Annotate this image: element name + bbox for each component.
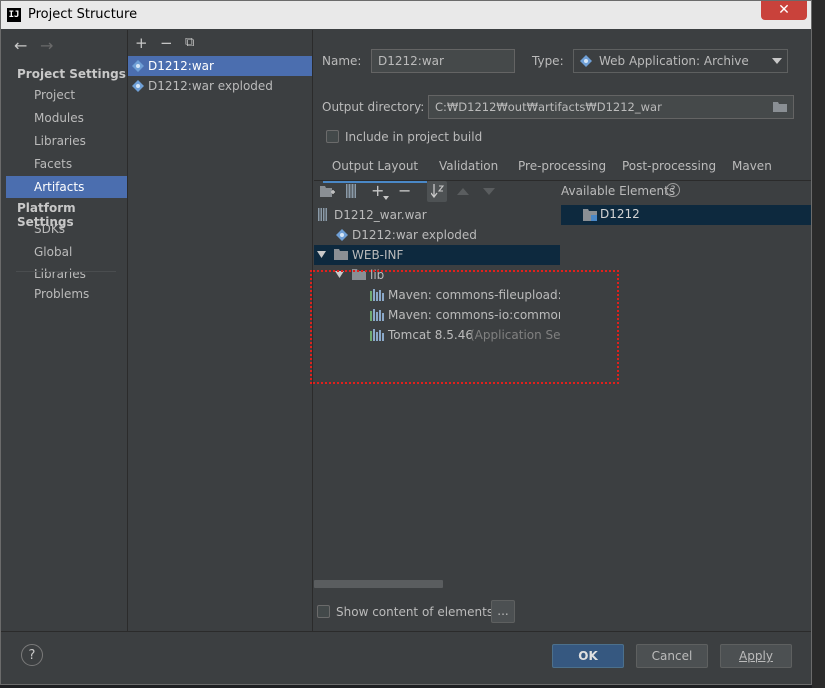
available-elements-label: Available Elements <box>561 184 676 198</box>
tree-item-exploded[interactable]: D1212:war exploded <box>314 225 560 245</box>
sidebar-item-global-libraries[interactable]: Global Libraries <box>6 241 127 281</box>
move-up-icon[interactable] <box>457 188 469 195</box>
tree-root-war[interactable]: D1212_war.war <box>314 205 560 225</box>
sidebar-divider <box>16 271 116 272</box>
sidebar-item-modules[interactable]: Modules <box>6 107 127 129</box>
artifact-item-war-exploded[interactable]: D1212:war exploded <box>128 76 312 96</box>
ok-button[interactable]: OK <box>552 644 624 668</box>
include-build-checkbox[interactable] <box>326 130 339 143</box>
module-folder-icon <box>583 209 597 221</box>
output-directory-label: Output directory: <box>322 100 425 114</box>
project-structure-dialog: IJ Project Structure ✕ ← → Project Setti… <box>0 0 812 685</box>
background-editor-strip <box>812 0 825 688</box>
expand-arrow-icon[interactable] <box>317 251 326 258</box>
type-value: Web Application: Archive <box>599 54 749 68</box>
help-icon[interactable]: ? <box>666 183 680 197</box>
folder-browse-icon[interactable] <box>773 101 787 112</box>
copy-artifact-button[interactable]: ⧉ <box>185 35 194 50</box>
move-down-icon[interactable] <box>483 188 495 195</box>
horizontal-scrollbar[interactable] <box>314 580 443 588</box>
tab-maven[interactable]: Maven <box>732 158 772 180</box>
cancel-button[interactable]: Cancel <box>636 644 708 668</box>
archive-icon[interactable] <box>346 184 356 198</box>
type-dropdown[interactable]: Web Application: Archive <box>573 49 788 73</box>
remove-element-button[interactable]: − <box>398 181 411 200</box>
tab-validation[interactable]: Validation <box>439 158 498 180</box>
close-button[interactable]: ✕ <box>761 1 807 20</box>
output-directory-value: C:₩D1212₩out₩artifacts₩D1212_war <box>435 100 662 114</box>
settings-sidebar: ← → Project Settings Project Modules Lib… <box>6 30 128 631</box>
artifact-item-war[interactable]: D1212:war <box>128 56 312 76</box>
apply-button[interactable]: Apply <box>720 644 792 668</box>
show-content-checkbox[interactable] <box>317 605 330 618</box>
name-label: Name: <box>322 54 362 68</box>
tree-item-web-inf[interactable]: WEB-INF <box>314 245 560 265</box>
tree-label: WEB-INF <box>352 248 404 262</box>
sidebar-item-facets[interactable]: Facets <box>6 153 127 175</box>
name-field[interactable]: D1212:war <box>371 49 515 73</box>
footer-divider <box>1 631 811 632</box>
show-content-label: Show content of elements <box>336 605 494 619</box>
intellij-logo-icon: IJ <box>7 8 21 22</box>
artifacts-list-panel: + − ⧉ D1212:war D1212:war exploded <box>128 30 313 631</box>
project-settings-heading: Project Settings <box>17 67 126 81</box>
sort-elements-button[interactable] <box>427 181 447 202</box>
available-elements-panel: Available Elements ? D1212 <box>561 181 811 571</box>
archive-icon <box>318 208 327 221</box>
include-build-label: Include in project build <box>345 130 483 144</box>
window-title: Project Structure <box>28 7 138 22</box>
sort-alpha-icon <box>431 184 444 198</box>
add-artifact-button[interactable]: + <box>135 34 148 52</box>
chevron-down-icon <box>383 196 389 200</box>
available-item-d1212[interactable]: D1212 <box>561 205 811 225</box>
tab-post-processing[interactable]: Post-processing <box>622 158 716 180</box>
remove-artifact-button[interactable]: − <box>160 34 173 52</box>
web-artifact-icon <box>132 80 144 92</box>
tree-label: D1212_war.war <box>334 208 427 222</box>
sidebar-item-problems[interactable]: Problems <box>6 283 127 305</box>
available-item-label: D1212 <box>600 207 640 221</box>
web-artifact-icon <box>580 55 592 67</box>
new-folder-icon[interactable] <box>320 185 335 198</box>
type-label: Type: <box>532 54 564 68</box>
sidebar-item-sdks[interactable]: SDKs <box>6 218 127 240</box>
sidebar-item-project[interactable]: Project <box>6 84 127 106</box>
more-options-button[interactable]: ... <box>491 600 515 623</box>
tab-pre-processing[interactable]: Pre-processing <box>518 158 606 180</box>
forward-arrow-icon[interactable]: → <box>40 36 53 55</box>
artifact-label: D1212:war <box>148 59 214 73</box>
output-directory-field[interactable]: C:₩D1212₩out₩artifacts₩D1212_war <box>428 95 794 119</box>
web-artifact-icon <box>336 229 348 241</box>
tree-label: D1212:war exploded <box>352 228 477 242</box>
sidebar-item-libraries[interactable]: Libraries <box>6 130 127 152</box>
output-layout-tree: D1212_war.war D1212:war exploded WEB-INF… <box>314 204 560 588</box>
output-layout-toolbar: + − <box>314 181 560 203</box>
title-bar: IJ Project Structure ✕ <box>1 1 811 29</box>
web-artifact-icon <box>132 60 144 72</box>
artifact-label: D1212:war exploded <box>148 79 273 93</box>
help-button[interactable]: ? <box>21 644 43 666</box>
folder-icon <box>334 249 348 260</box>
sidebar-item-artifacts[interactable]: Artifacts <box>6 176 127 198</box>
back-arrow-icon[interactable]: ← <box>14 36 27 55</box>
chevron-down-icon <box>772 58 782 64</box>
